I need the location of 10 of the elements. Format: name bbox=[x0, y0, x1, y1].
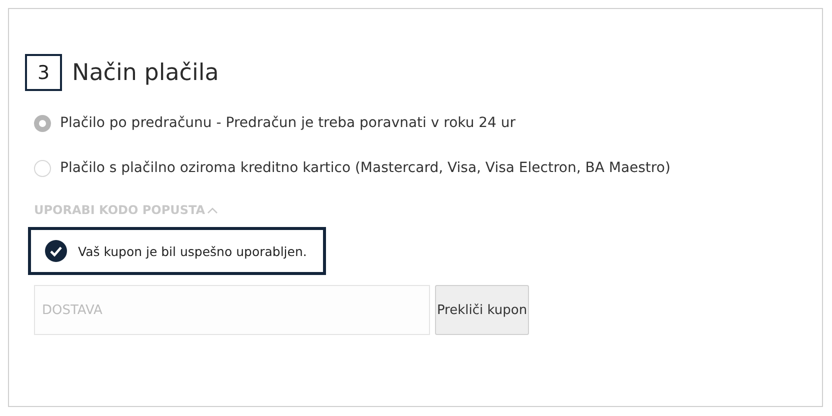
radio-button[interactable] bbox=[34, 160, 51, 176]
check-icon bbox=[45, 240, 67, 262]
success-message: Vaš kupon je bil uspešno uporabljen. bbox=[78, 244, 307, 258]
option-label: Plačilo s plačilno oziroma kreditno kartico (Mastercard, Visa, Visa Electron, BA Maestro) bbox=[60, 160, 670, 176]
section-title: Način plačila bbox=[72, 60, 219, 86]
radio-button[interactable] bbox=[34, 114, 51, 132]
cancel-coupon-button[interactable]: Prekliči kupon bbox=[435, 285, 529, 335]
step-number: 3 bbox=[25, 54, 62, 91]
caret-icon bbox=[207, 206, 218, 214]
option-label: Plačilo po predračunu - Predračun je treba poravnati v roku 24 ur bbox=[60, 115, 516, 131]
